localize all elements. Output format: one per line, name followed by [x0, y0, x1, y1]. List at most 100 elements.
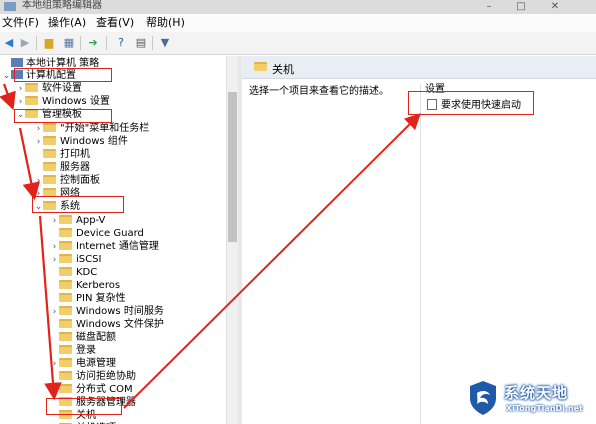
tree-node[interactable]: 访问拒绝协助	[50, 371, 136, 383]
tree-node-label: 电源管理	[76, 358, 116, 369]
expand-toggle-icon[interactable]: ›	[34, 123, 43, 135]
computer-policy-icon	[11, 58, 23, 67]
menu-view[interactable]: 查看(V)	[96, 16, 134, 30]
tree-node-label: 磁盘配额	[76, 332, 116, 343]
column-divider	[420, 84, 421, 424]
tree-node[interactable]: › Internet 通信管理	[50, 241, 159, 253]
tree-node-label: 登录	[76, 345, 96, 356]
toolbar: ◀ ▶ ▆ ▦ ➔ ? ▤ ▼	[0, 32, 596, 55]
back-icon[interactable]: ◀	[2, 36, 16, 50]
tree-node[interactable]: Device Guard	[50, 228, 144, 240]
tree-node[interactable]: › "开始"菜单和任务栏	[34, 123, 149, 135]
export-icon[interactable]: ➔	[86, 36, 100, 50]
tree-node[interactable]: PIN 复杂性	[50, 293, 126, 305]
expand-toggle-icon[interactable]: ›	[34, 175, 43, 187]
watermark-name: 系统天地	[504, 384, 569, 402]
tree-node[interactable]: Windows 文件保护	[50, 319, 164, 331]
folder-icon	[59, 215, 72, 224]
show-tree-icon[interactable]: ▦	[62, 36, 76, 50]
tree-scrollbar-thumb[interactable]	[228, 92, 237, 242]
highlight-fast-startup	[408, 91, 534, 115]
menu-file[interactable]: 文件(F)	[2, 16, 39, 30]
forward-icon[interactable]: ▶	[18, 36, 32, 50]
expand-toggle-icon[interactable]: ›	[34, 136, 43, 148]
watermark-logo: 系统天地 XiTongTianDi.net	[468, 376, 592, 422]
folder-icon	[43, 123, 56, 132]
tree-node[interactable]: › Windows 设置	[16, 96, 110, 108]
tree-node-label: iSCSI	[76, 254, 102, 265]
tree-node-label: 分布式 COM	[76, 384, 133, 395]
tree-node[interactable]: 打印机	[34, 149, 90, 161]
tree-node[interactable]: › iSCSI	[50, 254, 101, 266]
expand-toggle-icon[interactable]: ›	[50, 215, 59, 227]
tree-node-label: "开始"菜单和任务栏	[60, 123, 150, 134]
folder-icon	[59, 267, 72, 276]
tree-node-label: 访问拒绝协助	[76, 371, 136, 382]
tree-node[interactable]: › Windows 时间服务	[50, 306, 164, 318]
title-bar: 本地组策略编辑器 – □ ✕	[0, 0, 596, 14]
tree-node-label: Kerberos	[76, 280, 121, 291]
folder-icon	[25, 96, 38, 105]
tree-node[interactable]: 服务器	[34, 162, 90, 174]
expand-toggle-icon[interactable]: ›	[50, 306, 59, 318]
tree-node-label: 服务器	[60, 162, 90, 173]
minimize-button[interactable]: –	[474, 0, 504, 14]
maximize-button[interactable]: □	[506, 0, 536, 14]
tree-node[interactable]: 磁盘配额	[50, 332, 116, 344]
tree-node-label: Windows 时间服务	[76, 306, 164, 317]
tree-node[interactable]: Kerberos	[50, 280, 120, 292]
tree-node-label: 打印机	[60, 149, 90, 160]
folder-icon	[254, 62, 267, 71]
window-title: 本地组策略编辑器	[22, 0, 102, 11]
expand-toggle-icon[interactable]: ›	[50, 254, 59, 266]
tree-node[interactable]: › Windows 组件	[34, 136, 128, 148]
properties-icon[interactable]: ▤	[134, 36, 148, 50]
tree-node-label: KDC	[76, 267, 98, 278]
close-button[interactable]: ✕	[540, 0, 570, 14]
tree-node[interactable]: › App-V	[50, 215, 105, 227]
tree-node-label: App-V	[76, 215, 106, 226]
help-icon[interactable]: ?	[114, 36, 128, 50]
tree-node-label: Windows 文件保护	[76, 319, 164, 330]
folder-icon	[59, 384, 72, 393]
expand-toggle-icon[interactable]: ›	[16, 96, 25, 108]
menu-action[interactable]: 操作(A)	[48, 16, 86, 30]
tree-node-label: Windows 设置	[42, 96, 110, 107]
menu-help[interactable]: 帮助(H)	[146, 16, 185, 30]
folder-icon	[59, 228, 72, 237]
tree-node-label: 软件设置	[42, 83, 82, 94]
folder-icon	[43, 162, 56, 171]
highlight-admin-templates	[14, 109, 112, 123]
shield-logo-icon	[470, 381, 496, 415]
folder-icon	[59, 319, 72, 328]
folder-icon	[59, 371, 72, 380]
tree-node[interactable]: › 分布式 COM	[50, 384, 133, 396]
watermark-domain: XiTongTianDi.net	[506, 404, 583, 413]
tree-node-label: Internet 通信管理	[76, 241, 159, 252]
folder-icon	[43, 136, 56, 145]
details-header: 关机	[242, 56, 596, 79]
filter-icon[interactable]: ▼	[158, 36, 172, 50]
tree-node[interactable]: 登录	[50, 345, 96, 357]
highlight-computer-config	[14, 68, 112, 82]
tree-node-label: Device Guard	[76, 228, 144, 239]
expand-toggle-icon[interactable]: ›	[50, 241, 59, 253]
expand-toggle-icon[interactable]: ›	[16, 83, 25, 95]
tree-node[interactable]: › 控制面板	[34, 175, 100, 187]
menu-bar: 文件(F) 操作(A) 查看(V) 帮助(H)	[0, 14, 596, 32]
tree-node-label: PIN 复杂性	[76, 293, 126, 304]
expand-toggle-icon[interactable]: ›	[50, 384, 59, 396]
folder-icon	[59, 280, 72, 289]
folder-up-icon[interactable]: ▆	[42, 36, 56, 50]
folder-icon	[59, 332, 72, 341]
tree-node[interactable]: › 电源管理	[50, 358, 116, 370]
tree-node[interactable]: KDC	[50, 267, 97, 279]
expand-toggle-icon[interactable]: ›	[50, 358, 59, 370]
folder-icon	[59, 306, 72, 315]
highlight-shutdown	[46, 398, 122, 415]
tree-node[interactable]: › 软件设置	[16, 83, 82, 95]
folder-icon	[43, 175, 56, 184]
expand-toggle-icon[interactable]: ⌄	[2, 70, 11, 82]
highlight-system	[32, 196, 124, 213]
description-text: 选择一个项目来查看它的描述。	[249, 86, 389, 97]
